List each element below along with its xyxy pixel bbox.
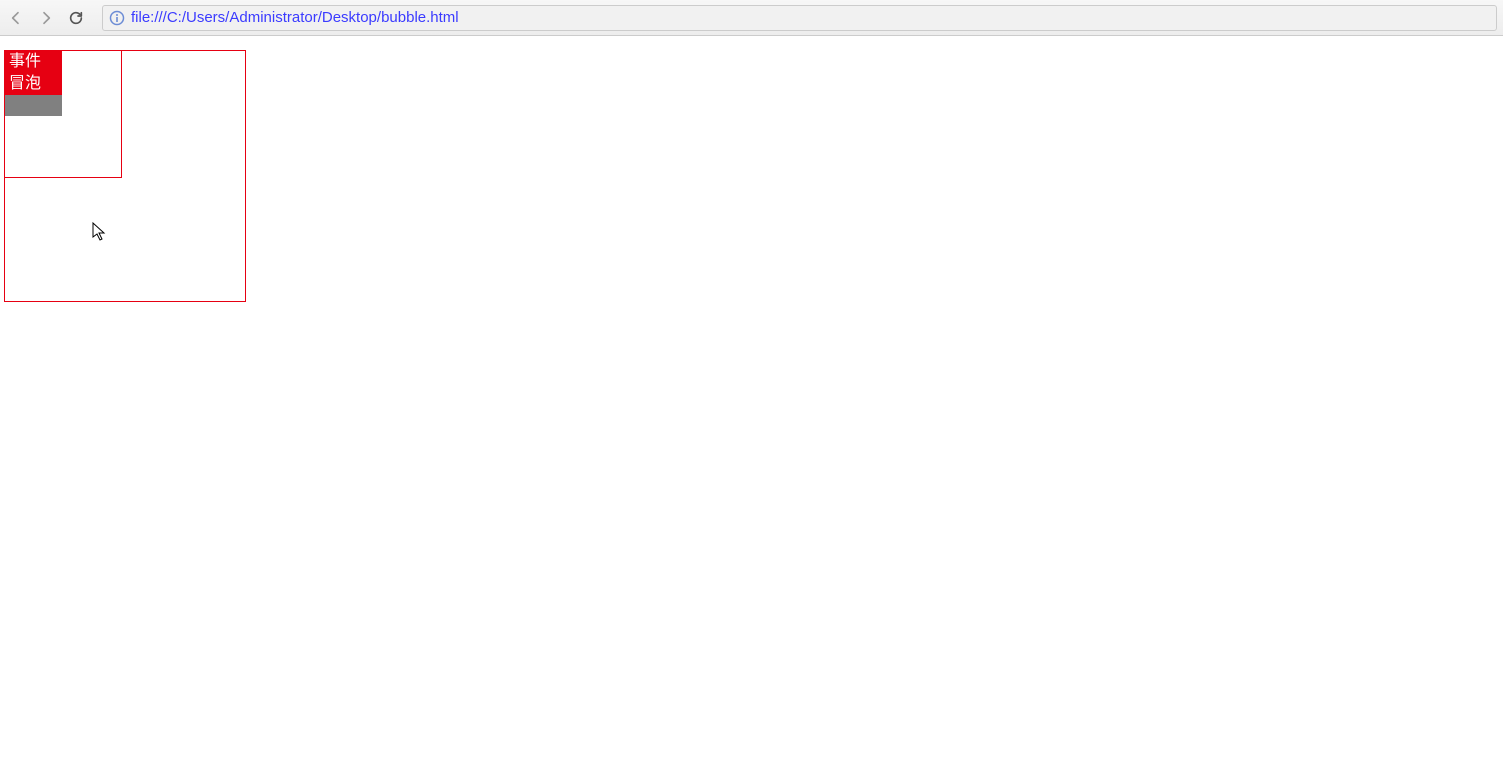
- forward-button: [36, 8, 56, 28]
- inner-box[interactable]: 事件 冒泡: [5, 51, 62, 116]
- address-bar[interactable]: file:///C:/Users/Administrator/Desktop/b…: [102, 5, 1497, 31]
- outer-box[interactable]: 事件 冒泡: [4, 50, 246, 302]
- browser-toolbar: file:///C:/Users/Administrator/Desktop/b…: [0, 0, 1503, 36]
- back-button: [6, 8, 26, 28]
- url-text: file:///C:/Users/Administrator/Desktop/b…: [131, 9, 459, 26]
- page-content: 事件 冒泡: [0, 36, 1503, 757]
- inner-box-label-line1: 事件: [9, 53, 41, 70]
- inner-box-label: 事件 冒泡: [5, 51, 62, 95]
- info-icon[interactable]: [109, 10, 125, 26]
- middle-box[interactable]: 事件 冒泡: [4, 50, 122, 178]
- inner-box-label-line2: 冒泡: [9, 75, 41, 92]
- reload-button[interactable]: [66, 8, 86, 28]
